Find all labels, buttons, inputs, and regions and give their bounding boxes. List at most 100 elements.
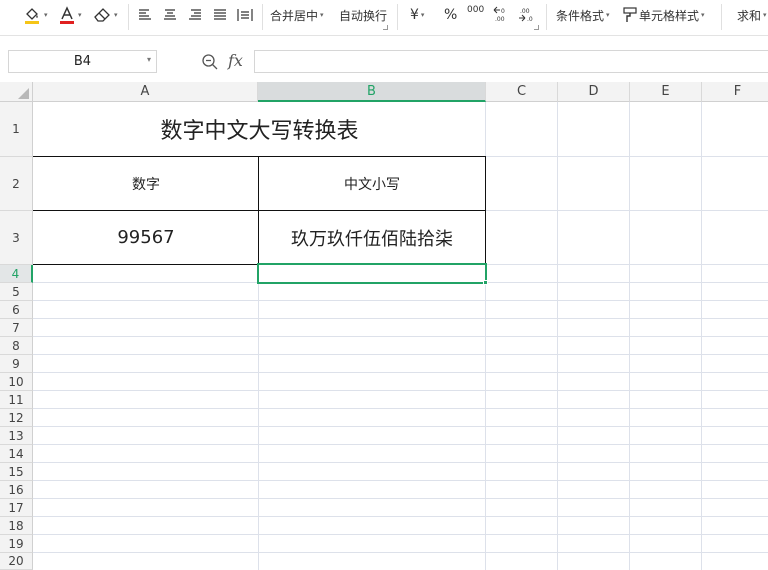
divider (128, 4, 129, 30)
divider (397, 4, 398, 30)
row-header-9[interactable]: 9 (0, 355, 33, 373)
row-header-15[interactable]: 15 (0, 463, 33, 481)
gridline (33, 372, 768, 373)
row-header-14[interactable]: 14 (0, 445, 33, 463)
fill-color-button[interactable]: ▾ (22, 0, 48, 30)
row-header-13[interactable]: 13 (0, 427, 33, 445)
align-right-button[interactable] (187, 0, 203, 30)
chevron-down-icon[interactable]: ▾ (147, 55, 151, 64)
align-center-icon (164, 9, 176, 20)
decrease-decimal-button[interactable]: .00 .0 (517, 0, 535, 30)
name-box-value: B4 (73, 54, 92, 69)
gridline (33, 534, 768, 535)
column-header-f[interactable]: F (702, 82, 768, 102)
decrease-decimal-icon: .00 .0 (519, 8, 533, 23)
font-color-icon (60, 6, 74, 24)
chevron-down-icon: ▾ (320, 11, 324, 19)
currency-button[interactable]: ¥ ▾ (410, 0, 424, 30)
row-header-10[interactable]: 10 (0, 373, 33, 391)
wrap-text-button[interactable]: 自动换行 (339, 0, 387, 30)
row-header-2[interactable]: 2 (0, 157, 33, 211)
clear-button[interactable]: ▾ (92, 0, 118, 30)
gridline (33, 390, 768, 391)
font-color-button[interactable]: ▾ (58, 0, 82, 30)
cell-style-button[interactable]: 单元格样式 ▾ (621, 0, 705, 30)
sheet-title[interactable]: 数字中文大写转换表 (34, 102, 485, 156)
row-header-12[interactable]: 12 (0, 409, 33, 427)
align-left-icon (139, 9, 151, 20)
row-header-4[interactable]: 4 (0, 265, 33, 283)
row-header-11[interactable]: 11 (0, 391, 33, 409)
percent-button[interactable]: % (444, 0, 457, 30)
gridline (33, 408, 768, 409)
function-icon[interactable]: fx (228, 51, 243, 70)
column-header-d[interactable]: D (558, 82, 630, 102)
active-cell-b4[interactable] (257, 263, 487, 284)
name-box[interactable]: B4 ▾ (8, 50, 157, 73)
conditional-format-button[interactable]: 条件格式 ▾ (556, 0, 610, 30)
cell-a2[interactable]: 数字 (34, 157, 258, 210)
gridline (33, 426, 768, 427)
align-left-button[interactable] (137, 0, 153, 30)
align-center-button[interactable] (162, 0, 178, 30)
row-header-6[interactable]: 6 (0, 301, 33, 319)
distributed-button[interactable] (236, 0, 254, 30)
row-header-7[interactable]: 7 (0, 319, 33, 337)
chevron-down-icon: ▾ (78, 11, 82, 19)
group-expand-icon[interactable] (383, 25, 388, 30)
formula-input[interactable] (254, 50, 768, 73)
cell-a3[interactable]: 99567 (34, 211, 258, 264)
row-header-3[interactable]: 3 (0, 211, 33, 265)
column-header-a[interactable]: A (33, 82, 258, 102)
row-header-1[interactable]: 1 (0, 102, 33, 157)
eraser-icon (94, 8, 110, 22)
row-header-5[interactable]: 5 (0, 283, 33, 301)
gridline (33, 354, 768, 355)
column-header-e[interactable]: E (630, 82, 702, 102)
chevron-down-icon: ▾ (763, 11, 767, 19)
cell-style-label: 单元格样式 (639, 8, 700, 23)
ribbon-toolbar: ▾ ▾ ▾ 合并居中 ▾ 自动换行 ¥ ▾ % 000 0 .00 .00 .0… (0, 0, 768, 36)
row-header-16[interactable]: 16 (0, 481, 33, 499)
increase-decimal-icon: 0 .00 (493, 6, 505, 23)
chevron-down-icon: ▾ (114, 11, 118, 19)
select-all-triangle-icon (18, 88, 29, 99)
zoom-search-icon[interactable] (201, 53, 219, 75)
select-all-corner[interactable] (0, 82, 33, 102)
row-header-20[interactable]: 20 (0, 553, 33, 570)
sum-button[interactable]: 求和 ▾ (737, 0, 767, 30)
formula-bar: B4 ▾ fx (0, 44, 768, 78)
fill-color-icon (25, 8, 39, 24)
conditional-format-label: 条件格式 (556, 8, 605, 23)
gridline (33, 300, 768, 301)
merge-center-button[interactable]: 合并居中 ▾ (270, 0, 324, 30)
gridline (33, 336, 768, 337)
column-header-b[interactable]: B (258, 82, 486, 102)
row-header-18[interactable]: 18 (0, 517, 33, 535)
thousands-icon: 000 (467, 5, 485, 15)
svg-text:.00: .00 (495, 16, 505, 23)
cell-b2[interactable]: 中文小写 (259, 157, 485, 210)
row-header-17[interactable]: 17 (0, 499, 33, 517)
chevron-down-icon: ▾ (44, 11, 48, 19)
sum-label: 求和 (737, 8, 762, 23)
gridline (33, 498, 768, 499)
merge-center-label: 合并居中 (270, 8, 319, 23)
increase-decimal-button[interactable]: 0 .00 (493, 0, 511, 30)
group-expand-icon[interactable] (534, 25, 539, 30)
row-header-19[interactable]: 19 (0, 535, 33, 553)
gridline (33, 480, 768, 481)
table-border (485, 156, 486, 265)
divider (262, 4, 263, 30)
cell-b3[interactable]: 玖万玖仟伍佰陆拾柒 (259, 211, 485, 264)
row-header-8[interactable]: 8 (0, 337, 33, 355)
justify-icon (214, 9, 226, 20)
currency-icon: ¥ (410, 7, 419, 23)
column-header-c[interactable]: C (486, 82, 558, 102)
wrap-text-label: 自动换行 (339, 8, 388, 23)
chevron-down-icon: ▾ (420, 11, 425, 19)
thousands-button[interactable]: 000 (467, 0, 484, 25)
justify-button[interactable] (212, 0, 228, 30)
svg-text:0: 0 (501, 8, 505, 15)
fill-handle[interactable] (483, 280, 488, 285)
